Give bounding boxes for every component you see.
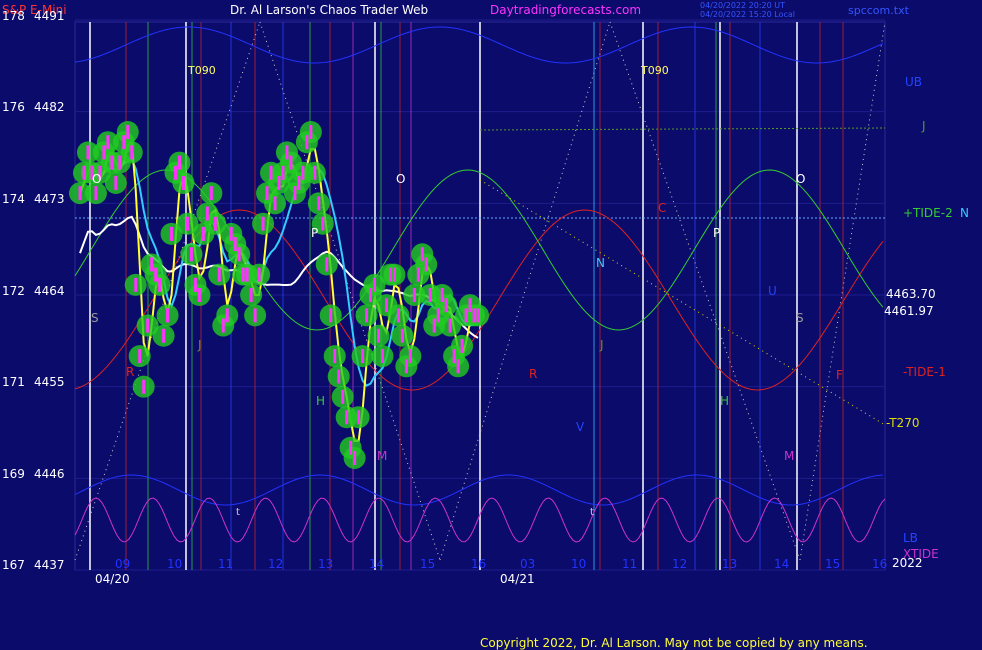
price-tick: 4455 bbox=[34, 375, 65, 389]
m-marker: M bbox=[784, 449, 794, 463]
p-marker: P bbox=[713, 226, 720, 240]
o-marker: O bbox=[92, 172, 101, 186]
m-marker: M bbox=[377, 449, 387, 463]
n-label: N bbox=[960, 206, 969, 220]
hour-tick: 10 bbox=[571, 557, 586, 571]
t270-label: -T270 bbox=[886, 416, 919, 430]
t-marker: t bbox=[236, 507, 240, 518]
hour-tick: 15 bbox=[420, 557, 435, 571]
s-marker: S bbox=[796, 311, 804, 325]
v-marker: V bbox=[576, 420, 585, 434]
file-label: spccom.txt bbox=[848, 4, 910, 17]
h-marker: H bbox=[316, 394, 325, 408]
price-b-label: 4461.97 bbox=[884, 304, 934, 318]
hour-tick: 13 bbox=[722, 557, 737, 571]
hour-tick: 10 bbox=[167, 557, 182, 571]
xtide-label: XTIDE bbox=[903, 547, 939, 561]
t090-marker: T090 bbox=[640, 64, 669, 77]
chart: S&P E-Mini Dr. Al Larson's Chaos Trader … bbox=[0, 0, 982, 650]
hour-tick: 12 bbox=[268, 557, 283, 571]
n-marker: N bbox=[596, 256, 605, 270]
site-link[interactable]: Daytradingforecasts.com bbox=[490, 3, 641, 17]
u-marker: U bbox=[768, 284, 777, 298]
hour-tick: 11 bbox=[622, 557, 637, 571]
o-marker: O bbox=[796, 172, 805, 186]
price-tick: 4437 bbox=[34, 558, 65, 572]
hour-tick: 16 bbox=[872, 557, 887, 571]
f-marker: F bbox=[836, 368, 843, 382]
alt-tick: 178 bbox=[2, 9, 25, 23]
hour-tick: 16 bbox=[471, 557, 486, 571]
hour-tick: 11 bbox=[218, 557, 233, 571]
ub-label: UB bbox=[905, 75, 922, 89]
author-label: Dr. Al Larson's Chaos Trader Web bbox=[230, 3, 428, 17]
alt-tick: 174 bbox=[2, 192, 25, 206]
t-marker: t bbox=[590, 507, 594, 518]
hour-tick: 14 bbox=[774, 557, 789, 571]
hour-tick: 13 bbox=[318, 557, 333, 571]
lb-label: LB bbox=[903, 531, 918, 545]
r-marker: R bbox=[126, 365, 134, 379]
c-marker: C bbox=[658, 201, 666, 215]
p-marker: P bbox=[311, 226, 318, 240]
price-tick: 4446 bbox=[34, 467, 65, 481]
stamp-local: 04/20/2022 15:20 Local bbox=[700, 10, 795, 19]
price-tick: 4482 bbox=[34, 100, 65, 114]
tide1-label: -TIDE-1 bbox=[903, 365, 946, 379]
price-tick: 4464 bbox=[34, 284, 65, 298]
hour-tick: 15 bbox=[825, 557, 840, 571]
stamp-ut: 04/20/2022 20:20 UT bbox=[700, 1, 785, 10]
j-marker: J bbox=[197, 338, 202, 352]
h-marker: H bbox=[720, 394, 729, 408]
alt-tick: 176 bbox=[2, 100, 25, 114]
price-a-label: 4463.70 bbox=[886, 287, 936, 301]
price-tick: 4491 bbox=[34, 9, 65, 23]
hour-tick: 12 bbox=[672, 557, 687, 571]
j-marker: J bbox=[599, 338, 604, 352]
j-label: J bbox=[921, 119, 926, 133]
hour-tick: 09 bbox=[115, 557, 130, 571]
alt-tick: 171 bbox=[2, 375, 25, 389]
t090-marker: T090 bbox=[187, 64, 216, 77]
o-marker: O bbox=[396, 172, 405, 186]
chart-svg: S&P E-Mini Dr. Al Larson's Chaos Trader … bbox=[0, 0, 982, 650]
date-label: 04/20 bbox=[95, 572, 130, 586]
hour-tick: 14 bbox=[369, 557, 384, 571]
alt-tick: 167 bbox=[2, 558, 25, 572]
s-marker: S bbox=[91, 311, 99, 325]
price-tick: 4473 bbox=[34, 192, 65, 206]
tide2-label: +TIDE-2 bbox=[903, 206, 953, 220]
hour-tick: 03 bbox=[520, 557, 535, 571]
copyright: Copyright 2022, Dr. Al Larson. May not b… bbox=[480, 636, 868, 650]
alt-tick: 172 bbox=[2, 284, 25, 298]
alt-tick: 169 bbox=[2, 467, 25, 481]
r-marker: R bbox=[529, 367, 537, 381]
date-label: 04/21 bbox=[500, 572, 535, 586]
